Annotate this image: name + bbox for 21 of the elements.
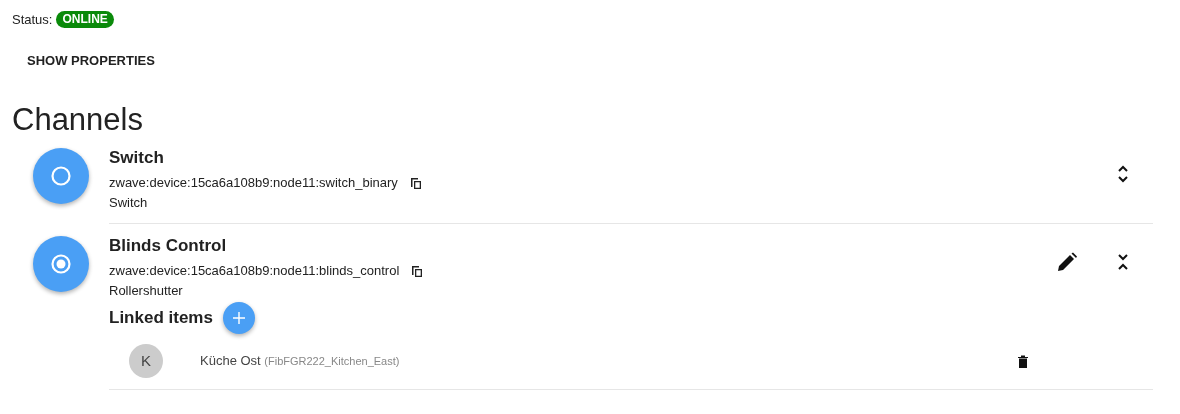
channel-type: Switch bbox=[109, 194, 149, 212]
copy-icon[interactable] bbox=[411, 264, 424, 278]
channel-uid: zwave:device:15ca6a108b9:node11:blinds_control bbox=[109, 262, 400, 280]
radio-checked-icon bbox=[50, 253, 72, 275]
channels-heading: Channels bbox=[12, 102, 144, 138]
status-badge: ONLINE bbox=[56, 11, 114, 29]
pencil-icon[interactable] bbox=[1057, 252, 1077, 272]
show-properties-button[interactable]: SHOW PROPERTIES bbox=[16, 44, 166, 76]
item-avatar: K bbox=[129, 344, 163, 378]
radio-unchecked-icon bbox=[50, 165, 72, 187]
status-label: Status: bbox=[12, 11, 53, 29]
channel-uid: zwave:device:15ca6a108b9:node11:switch_binary bbox=[109, 174, 398, 192]
add-button[interactable] bbox=[222, 302, 255, 334]
channel-name: Switch bbox=[109, 147, 165, 169]
copy-icon[interactable] bbox=[409, 176, 422, 190]
channel-type: Rollershutter bbox=[109, 282, 184, 300]
channel-name: Blinds Control bbox=[109, 235, 228, 257]
delete-icon[interactable] bbox=[1017, 354, 1029, 368]
plus-icon bbox=[232, 312, 245, 324]
linked-items-heading: Linked items bbox=[109, 307, 213, 330]
linked-item-label[interactable]: Küche Ost (FibFGR222_Kitchen_East) bbox=[200, 351, 400, 371]
